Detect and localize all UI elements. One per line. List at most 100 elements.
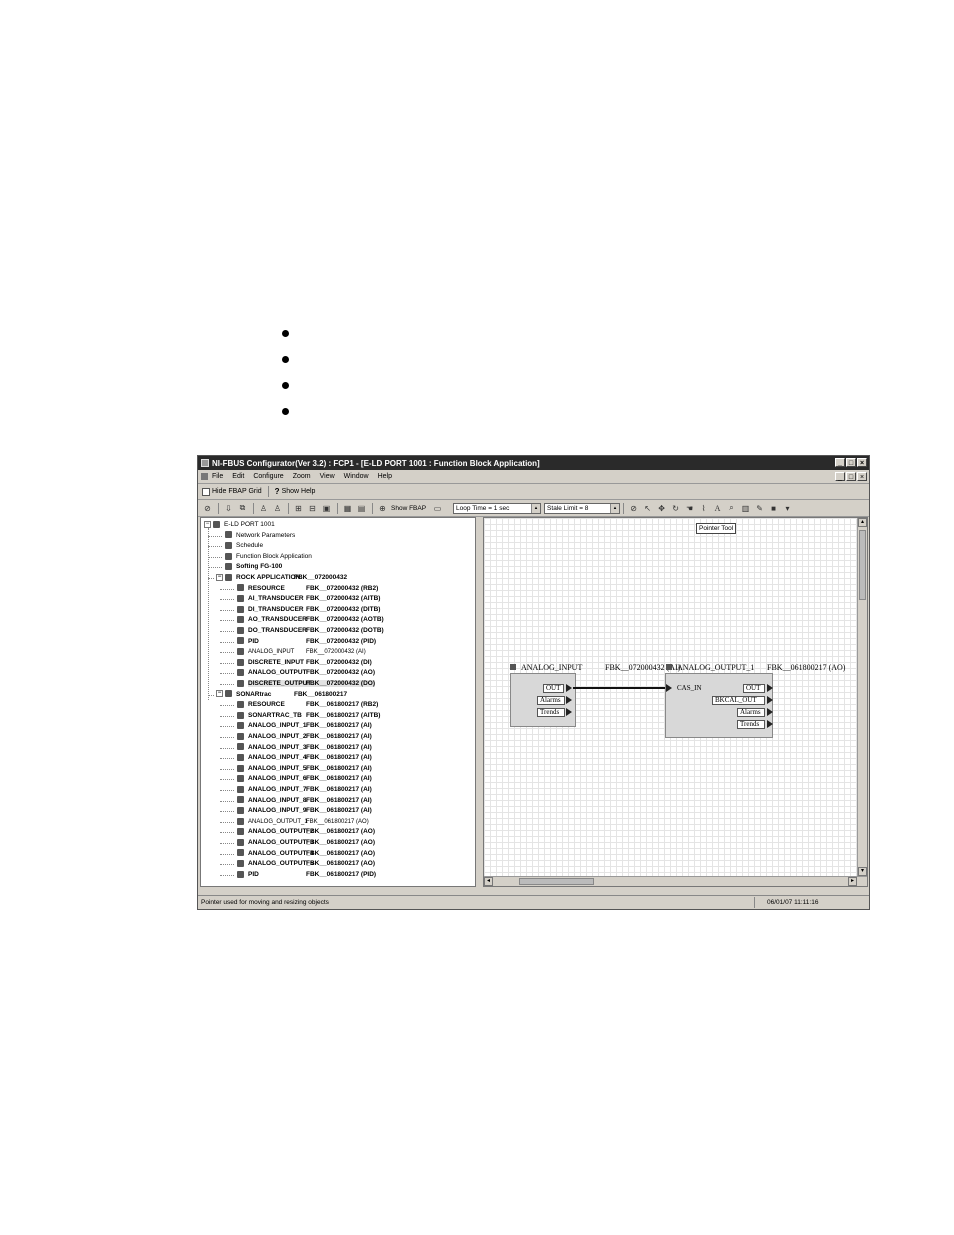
pointer-tool-icon[interactable]: ↖ <box>641 502 654 514</box>
tree-item[interactable]: Function Block Application <box>225 552 312 562</box>
connection-wire[interactable] <box>573 687 668 689</box>
tree-block-item[interactable]: ANALOG_INPUT_7FBK__061800217 (AI) <box>237 785 372 795</box>
menu-view[interactable]: View <box>320 473 335 480</box>
ai-port-out[interactable]: OUT <box>543 684 564 693</box>
mdi-minimize-button[interactable]: _ <box>835 472 845 481</box>
scroll-down-icon[interactable]: ▾ <box>858 867 867 876</box>
hide-grid-checkbox[interactable] <box>202 487 210 496</box>
show-help-button[interactable]: ? Show Help <box>275 487 316 496</box>
minimize-button[interactable]: _ <box>835 458 845 467</box>
tree-block-item[interactable]: ANALOG_INPUT_2FBK__061800217 (AI) <box>237 732 372 742</box>
ao-port-bkcal-out[interactable]: BKCAL_OUT <box>712 696 765 705</box>
tree-block-item[interactable]: ANALOG_INPUT FBK__072000432 (AI) <box>237 647 366 657</box>
download-icon[interactable]: ⇩ <box>222 502 235 514</box>
tree-block-item[interactable]: ANALOG_OUTPUT_1FBK__061800217 (AO) <box>237 817 369 827</box>
ai-port-alarms[interactable]: Alarms <box>537 696 565 705</box>
device-add-icon[interactable]: ♙ <box>271 502 284 514</box>
tree-block-item[interactable]: ANALOG_INPUT_3FBK__061800217 (AI) <box>237 743 372 753</box>
loop-time-select[interactable]: Loop Time = 1 sec ▴ <box>453 502 542 514</box>
ai-port-trends[interactable]: Trends <box>537 708 565 717</box>
scroll-left-icon[interactable]: ◂ <box>484 877 493 886</box>
tree-block-item[interactable]: PID FBK__072000432 (PID) <box>237 637 376 647</box>
copy-icon[interactable]: ⧉ <box>236 502 249 514</box>
menu-window[interactable]: Window <box>344 473 369 480</box>
vertical-scroll-thumb[interactable] <box>859 530 866 600</box>
stale-limit-spinner-icon[interactable]: ▴ <box>610 503 620 513</box>
canvas-horizontal-scrollbar[interactable]: ◂ ▸ <box>484 876 867 886</box>
expand-toggle-icon[interactable]: − <box>216 573 223 581</box>
menu-file[interactable]: File <box>212 473 223 480</box>
scroll-up-icon[interactable]: ▴ <box>858 518 867 527</box>
zoom-tool-icon[interactable]: ⌕ <box>725 502 738 514</box>
tree-block-item[interactable]: DI_TRANSDUCER FBK__072000432 (DITB) <box>237 605 380 615</box>
wire-tool-icon[interactable]: ⌇ <box>697 502 710 514</box>
text-tool-icon[interactable]: A <box>711 502 724 514</box>
tree-block-item[interactable]: DISCRETE_OUTPUTFBK__072000432 (DO) <box>237 679 376 689</box>
expand-toggle-icon[interactable]: − <box>204 520 211 528</box>
scroll-right-icon[interactable]: ▸ <box>848 877 857 886</box>
tree-block-item[interactable]: ANALOG_INPUT_8FBK__061800217 (AI) <box>237 796 372 806</box>
ao-port-out[interactable]: OUT <box>743 684 765 693</box>
horizontal-scroll-thumb[interactable] <box>519 878 594 885</box>
schedule-icon[interactable]: ⊟ <box>306 502 319 514</box>
hand-tool-icon[interactable]: ☚ <box>683 502 696 514</box>
window-icon[interactable]: ▭ <box>431 502 444 514</box>
save-icon[interactable]: ▣ <box>320 502 333 514</box>
tree-sonartrac[interactable]: − SONARtrac FBK__061800217 <box>216 690 347 700</box>
tree-block-item[interactable]: DISCRETE_INPUT FBK__072000432 (DI) <box>237 658 372 668</box>
tree-block-item[interactable]: RESOURCE FBK__061800217 (RB2) <box>237 700 378 710</box>
ao-port-alarms[interactable]: Alarms <box>737 708 765 717</box>
tree-block-item[interactable]: ANALOG_OUTPUT_4FBK__061800217 (AO) <box>237 849 375 859</box>
tree-block-item[interactable]: AI_TRANSDUCER FBK__072000432 (AITB) <box>237 594 380 604</box>
device-icon[interactable]: ♙ <box>257 502 270 514</box>
maximize-button[interactable]: □ <box>846 458 856 467</box>
ao-port-trends[interactable]: Trends <box>737 720 765 729</box>
tree-item[interactable]: Network Parameters <box>225 531 295 541</box>
menu-help[interactable]: Help <box>378 473 392 480</box>
menu-configure[interactable]: Configure <box>253 473 283 480</box>
tree-item[interactable]: Softing FG-100 <box>225 562 282 572</box>
tree-block-item[interactable]: ANALOG_OUTPUT_5FBK__061800217 (AO) <box>237 859 375 869</box>
paint-tool-icon[interactable]: ✎ <box>753 502 766 514</box>
title-bar[interactable]: NI-FBUS Configurator(Ver 3.2) : FCP1 - [… <box>198 456 869 470</box>
tree-block-item[interactable]: SONARTRAC_TB FBK__061800217 (AITB) <box>237 711 380 721</box>
mdi-restore-button[interactable]: □ <box>846 472 856 481</box>
tree-block-item[interactable]: ANALOG_OUTPUT_2FBK__061800217 (AO) <box>237 827 375 837</box>
tree-block-item[interactable]: ANALOG_INPUT_1FBK__061800217 (AI) <box>237 721 372 731</box>
close-button[interactable]: × <box>857 458 867 467</box>
link-icon[interactable]: ⊞ <box>292 502 305 514</box>
tree-item[interactable]: Schedule <box>225 541 263 551</box>
tree-rock-application[interactable]: − ROCK APPLICATIONFBK__072000432 <box>216 573 347 583</box>
stop-icon[interactable]: ⊘ <box>201 502 214 514</box>
tree-block-item[interactable]: ANALOG_INPUT_9FBK__061800217 (AI) <box>237 806 372 816</box>
tree-block-item[interactable]: AO_TRANSDUCERFBK__072000432 (AOTB) <box>237 615 384 625</box>
move-tool-icon[interactable]: ✥ <box>655 502 668 514</box>
ao-port-cas-in[interactable]: CAS_IN <box>674 684 710 693</box>
tree-block-item[interactable]: ANALOG_OUTPUT_3FBK__061800217 (AO) <box>237 838 375 848</box>
expand-toggle-icon[interactable]: − <box>216 690 223 698</box>
tree-block-item[interactable]: ANALOG_INPUT_4FBK__061800217 (AI) <box>237 753 372 763</box>
loop-time-spinner-icon[interactable]: ▴ <box>531 503 541 513</box>
stale-limit-select[interactable]: Stale Limit = 8 ▴ <box>544 502 621 514</box>
tree-block-item[interactable]: RESOURCE FBK__072000432 (RB2) <box>237 584 378 594</box>
fbap-canvas[interactable]: Pointer Tool ANALOG_INPUT FBK__072000432… <box>483 517 868 887</box>
grid-icon[interactable]: ▦ <box>341 502 354 514</box>
chart-tool-icon[interactable]: ▥ <box>739 502 752 514</box>
tree-block-item[interactable]: DO_TRANSDUCERFBK__072000432 (DOTB) <box>237 626 384 636</box>
show-fbap-button[interactable]: Show FBAP <box>391 505 426 512</box>
rotate-tool-icon[interactable]: ↻ <box>669 502 682 514</box>
menu-zoom[interactable]: Zoom <box>293 473 311 480</box>
tree-block-item[interactable]: ANALOG_INPUT_6FBK__061800217 (AI) <box>237 774 372 784</box>
tree-block-item[interactable]: PID FBK__061800217 (PID) <box>237 870 376 880</box>
hide-grid-toggle[interactable]: Hide FBAP Grid <box>202 487 262 496</box>
dropdown-arrow-icon[interactable]: ▾ <box>781 502 794 514</box>
project-tree[interactable]: − E-LD PORT 1001 Network Parameters Schedul… <box>200 517 476 887</box>
tree-block-item[interactable]: ANALOG_INPUT_5FBK__061800217 (AI) <box>237 764 372 774</box>
stop-tool-icon[interactable]: ⊘ <box>627 502 640 514</box>
block-tool-icon[interactable]: ■ <box>767 502 780 514</box>
tree-block-item[interactable]: ANALOG_OUTPUTFBK__072000432 (AO) <box>237 668 375 678</box>
tree-root[interactable]: − E-LD PORT 1001 <box>204 520 275 530</box>
layout-icon[interactable]: ▤ <box>355 502 368 514</box>
mdi-close-button[interactable]: × <box>857 472 867 481</box>
canvas-vertical-scrollbar[interactable]: ▴ ▾ <box>857 518 867 886</box>
